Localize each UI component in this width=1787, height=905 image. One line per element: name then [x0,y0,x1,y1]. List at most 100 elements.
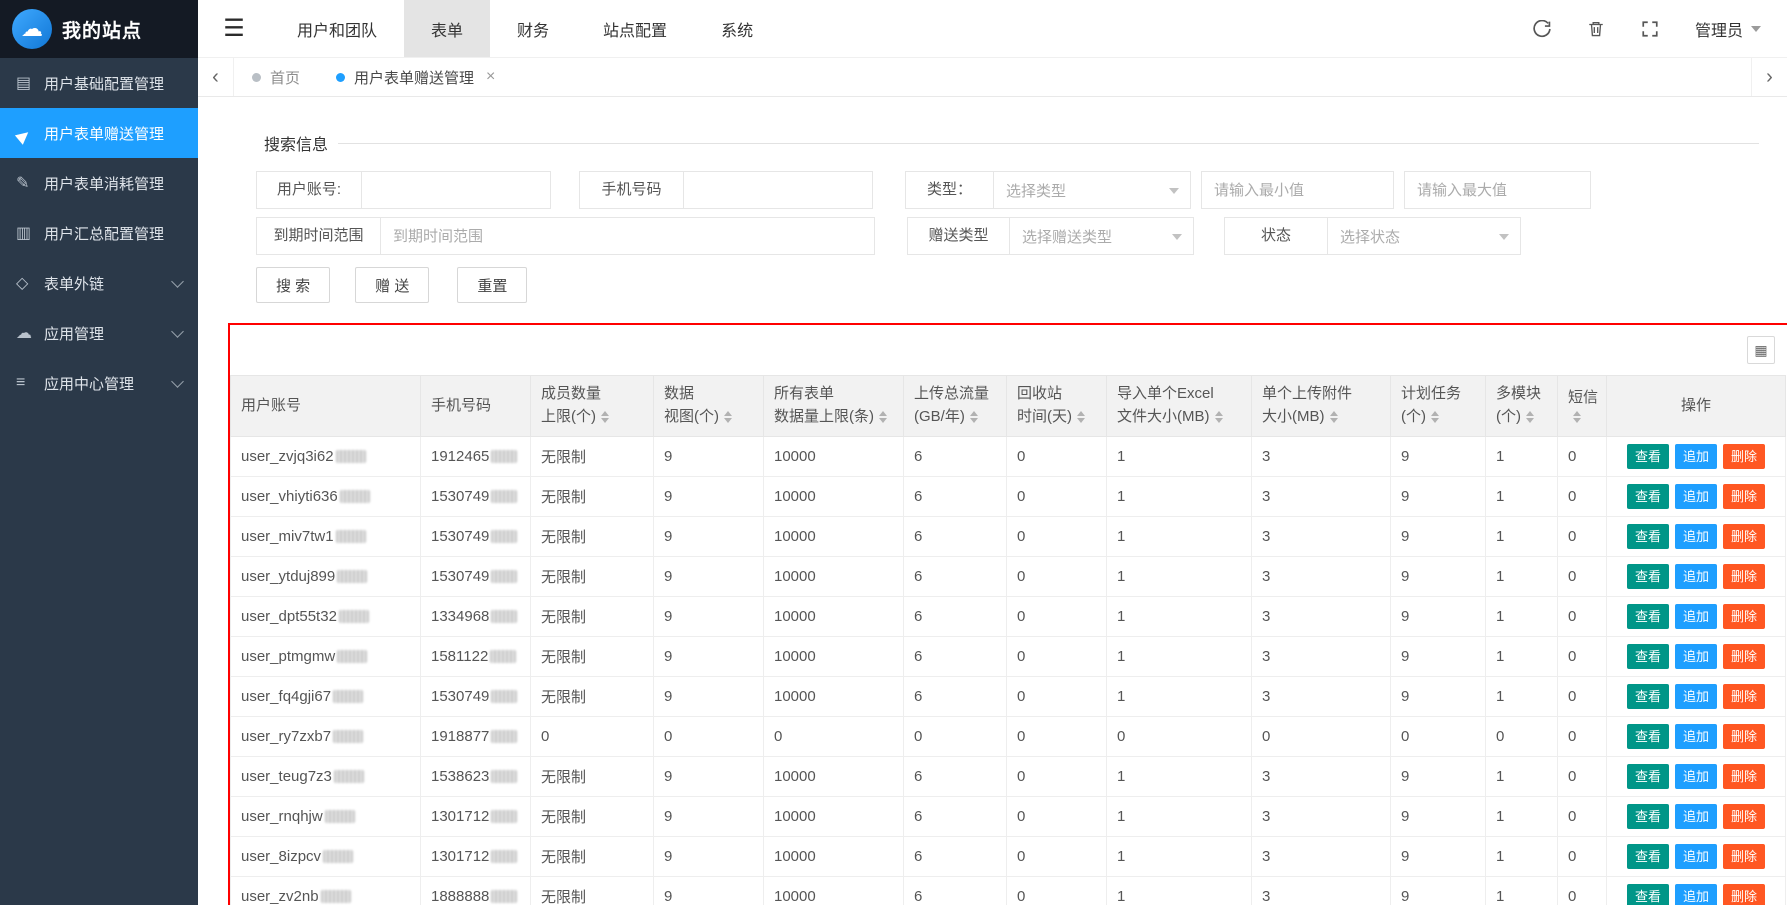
view-button[interactable]: 查看 [1627,564,1669,589]
status-select[interactable]: 选择状态 [1327,217,1521,255]
append-button[interactable]: 追加 [1675,644,1717,669]
sort-icon[interactable] [724,411,732,423]
column-header-data_limit[interactable]: 所有表单数据量上限(条) [764,376,904,437]
column-settings-button[interactable]: ▦ [1747,336,1775,364]
cell-member_limit: 无限制 [531,876,654,905]
delete-button[interactable]: 删除 [1723,724,1765,749]
reset-button[interactable]: 重置 [457,267,527,303]
delete-button[interactable]: 删除 [1723,844,1765,869]
column-header-upload[interactable]: 上传总流量(GB/年) [904,376,1007,437]
append-button[interactable]: 追加 [1675,524,1717,549]
sort-icon[interactable] [1215,411,1223,423]
column-header-excel[interactable]: 导入单个Excel文件大小(MB) [1107,376,1252,437]
delete-button[interactable]: 删除 [1723,684,1765,709]
sort-icon[interactable] [970,411,978,423]
sort-icon[interactable] [1330,411,1338,423]
view-button[interactable]: 查看 [1627,484,1669,509]
view-button[interactable]: 查看 [1627,604,1669,629]
sort-icon[interactable] [1077,411,1085,423]
gift-button[interactable]: 赠 送 [355,267,429,303]
user-menu[interactable]: 管理员 [1695,17,1761,41]
max-value-input[interactable] [1404,171,1591,209]
view-button[interactable]: 查看 [1627,884,1669,905]
delete-button[interactable]: 删除 [1723,764,1765,789]
column-header-recycle[interactable]: 回收站时间(天) [1007,376,1107,437]
tab[interactable]: 用户表单赠送管理× [318,58,513,96]
tab[interactable]: 首页 [234,58,318,96]
phone-input[interactable] [683,171,873,209]
delete-button[interactable]: 删除 [1723,484,1765,509]
sort-icon[interactable] [879,411,887,423]
view-button[interactable]: 查看 [1627,844,1669,869]
view-button[interactable]: 查看 [1627,644,1669,669]
cell-excel: 1 [1107,436,1252,476]
append-button[interactable]: 追加 [1675,804,1717,829]
sort-icon[interactable] [1431,411,1439,423]
redacted-text [336,530,366,543]
sidebar-item-user-form-gift[interactable]: ▶用户表单赠送管理 [0,108,198,158]
column-header-sms[interactable]: 短信 [1558,376,1607,437]
cell-sms: 0 [1558,516,1607,556]
view-button[interactable]: 查看 [1627,684,1669,709]
delete-button[interactable]: 删除 [1723,884,1765,905]
column-header-data_view[interactable]: 数据视图(个) [654,376,764,437]
append-button[interactable]: 追加 [1675,724,1717,749]
topnav-item[interactable]: 财务 [490,0,576,57]
search-button[interactable]: 搜 索 [256,267,330,303]
sidebar-item-user-form-consume[interactable]: ✎用户表单消耗管理 [0,158,198,208]
topnav-item[interactable]: 表单 [404,0,490,57]
sort-icon[interactable] [1526,411,1534,423]
type-select[interactable]: 选择类型 [993,171,1191,209]
delete-button[interactable]: 删除 [1723,804,1765,829]
tab-scroll-left-icon[interactable]: ‹ [198,58,234,96]
view-button[interactable]: 查看 [1627,444,1669,469]
column-header-module[interactable]: 多模块(个) [1486,376,1558,437]
sort-icon[interactable] [1573,411,1581,423]
sidebar-item-app-center-manage[interactable]: ≡应用中心管理 [0,358,198,408]
append-button[interactable]: 追加 [1675,844,1717,869]
delete-button[interactable]: 删除 [1723,644,1765,669]
trash-icon[interactable] [1587,20,1605,38]
view-button[interactable]: 查看 [1627,764,1669,789]
delete-button[interactable]: 删除 [1723,564,1765,589]
cell-data_limit: 10000 [764,636,904,676]
view-button[interactable]: 查看 [1627,524,1669,549]
tab-scroll-right-icon[interactable]: › [1751,58,1787,96]
account-text: user_vhiyti636 [241,488,338,505]
append-button[interactable]: 追加 [1675,444,1717,469]
sidebar-item-app-manage[interactable]: ☁应用管理 [0,308,198,358]
column-header-attach[interactable]: 单个上传附件大小(MB) [1252,376,1391,437]
column-header-plan[interactable]: 计划任务(个) [1391,376,1486,437]
cell-attach: 3 [1252,556,1391,596]
topnav-item[interactable]: 站点配置 [576,0,694,57]
append-button[interactable]: 追加 [1675,884,1717,905]
topnav-item[interactable]: 用户和团队 [270,0,404,57]
column-header-member_limit[interactable]: 成员数量上限(个) [531,376,654,437]
refresh-icon[interactable] [1533,20,1551,38]
append-button[interactable]: 追加 [1675,564,1717,589]
topnav-item[interactable]: 系统 [694,0,780,57]
append-button[interactable]: 追加 [1675,604,1717,629]
gift-type-select[interactable]: 选择赠送类型 [1009,217,1194,255]
sidebar-item-user-basic-config[interactable]: ▤用户基础配置管理 [0,58,198,108]
sidebar-item-user-summary-config[interactable]: ▥用户汇总配置管理 [0,208,198,258]
close-icon[interactable]: × [486,68,495,86]
delete-button[interactable]: 删除 [1723,604,1765,629]
sort-icon[interactable] [601,411,609,423]
redacted-text [491,450,517,463]
cell-recycle: 0 [1007,436,1107,476]
min-value-input[interactable] [1201,171,1394,209]
menu-toggle-icon[interactable]: ☰ [198,0,270,57]
fullscreen-icon[interactable] [1641,20,1659,38]
sidebar-item-form-external-link[interactable]: ◇表单外链 [0,258,198,308]
date-range-input[interactable] [380,217,875,255]
append-button[interactable]: 追加 [1675,764,1717,789]
append-button[interactable]: 追加 [1675,484,1717,509]
delete-button[interactable]: 删除 [1723,524,1765,549]
view-button[interactable]: 查看 [1627,804,1669,829]
delete-button[interactable]: 删除 [1723,444,1765,469]
account-input[interactable] [361,171,551,209]
cell-recycle: 0 [1007,796,1107,836]
view-button[interactable]: 查看 [1627,724,1669,749]
append-button[interactable]: 追加 [1675,684,1717,709]
